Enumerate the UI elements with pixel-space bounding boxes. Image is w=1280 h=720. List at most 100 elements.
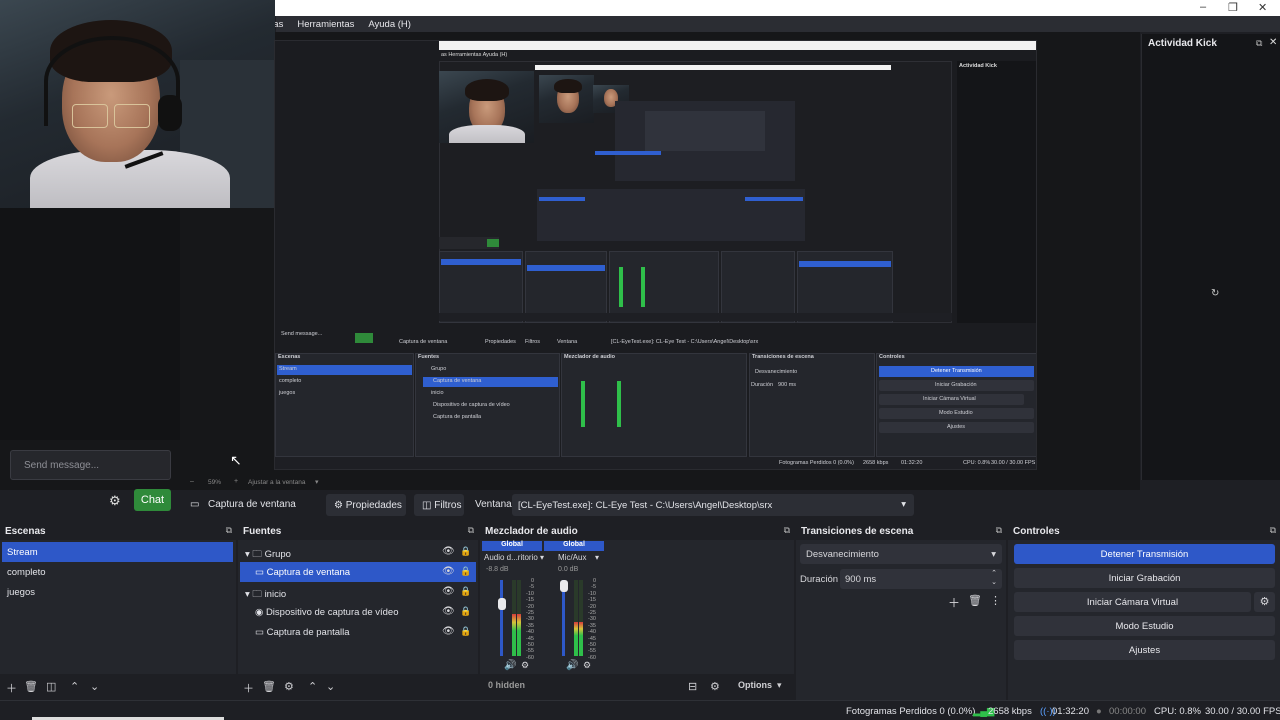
more-options-icon[interactable]: ⋮ — [990, 594, 1001, 607]
move-down-icon[interactable]: ⌄ — [90, 680, 99, 693]
channel-1-fader[interactable] — [500, 580, 503, 656]
meter-fill — [517, 614, 521, 656]
visibility-eye-icon[interactable]: 👁 — [442, 566, 455, 577]
trash-icon[interactable]: 🗑 — [24, 680, 38, 693]
source-label: Dispositivo de captura de vídeo — [265, 607, 399, 618]
visibility-eye-icon[interactable]: 👁 — [442, 626, 455, 637]
mixer-options-button[interactable]: Options — [738, 680, 772, 690]
properties-button[interactable]: ⚙ Propiedades — [326, 494, 406, 516]
studio-mode-button[interactable]: Modo Estudio — [1014, 616, 1275, 636]
chevron-down-icon: ▾ — [991, 549, 996, 560]
add-icon[interactable]: ＋ — [6, 680, 17, 696]
cpu-usage: CPU: 0.8% — [1154, 706, 1201, 717]
transition-select[interactable]: Desvanecimiento ▾ — [800, 544, 1002, 564]
audio-properties-icon[interactable]: ⚙ — [583, 660, 591, 671]
source-label: Grupo — [264, 549, 291, 560]
scene-item-completo[interactable]: completo — [2, 562, 233, 582]
db-scale: 0 -5 -10 -15 -20 -25 -30 -35 -40 -45 -50 -55 -60 — [522, 578, 534, 661]
source-item-captura-ventana[interactable]: ▭ Captura de ventana — [240, 562, 476, 582]
advanced-audio-icon[interactable]: ⚙ — [710, 680, 720, 693]
visibility-eye-icon[interactable]: 👁 — [442, 586, 455, 597]
bitrate: 2658 kbps — [988, 706, 1032, 717]
lock-icon[interactable]: 🔒 — [460, 626, 471, 637]
visibility-eye-icon[interactable]: 👁 — [442, 606, 455, 617]
loading-spinner-icon: ↻ — [1211, 288, 1220, 299]
dock-float-icon[interactable]: ⧉ — [226, 525, 232, 536]
lock-icon[interactable]: 🔒 — [460, 586, 471, 597]
window-select-value: [CL-EyeTest.exe]: CL-Eye Test - C:\Users… — [518, 500, 773, 511]
start-recording-button[interactable]: Iniciar Grabación — [1014, 568, 1275, 588]
lock-icon[interactable]: 🔒 — [460, 566, 471, 577]
window-capture-icon: ▭ — [190, 499, 200, 510]
meter-fill — [579, 621, 583, 656]
menu-item-herramientas[interactable]: Herramientas — [297, 19, 354, 30]
gear-icon: ⚙ — [334, 500, 346, 511]
dropdown-icon[interactable]: ▾ — [540, 553, 544, 562]
channel-2-fader-knob[interactable] — [560, 580, 568, 592]
zoom-in-icon[interactable]: + — [234, 478, 238, 485]
folder-icon: 🗀 — [252, 549, 265, 560]
dock-float-icon[interactable]: ⧉ — [996, 525, 1002, 536]
close-panel-icon[interactable]: ✕ — [1269, 37, 1277, 48]
dock-float-icon[interactable]: ⧉ — [468, 525, 474, 536]
menu-item-ayuda[interactable]: Ayuda (H) — [368, 19, 411, 30]
move-down-icon[interactable]: ⌄ — [326, 680, 335, 693]
scene-item-juegos[interactable]: juegos — [2, 582, 233, 602]
mixer-layout-icon[interactable]: ⊟ — [688, 680, 697, 693]
chat-panel — [0, 208, 180, 440]
add-transition-icon[interactable]: ＋ — [948, 594, 960, 611]
mute-speaker-icon[interactable]: 🔊 — [566, 660, 578, 671]
spin-down-icon[interactable]: ⌄ — [991, 578, 997, 586]
window-select[interactable]: [CL-EyeTest.exe]: CL-Eye Test - C:\Users… — [512, 494, 914, 516]
settings-button[interactable]: Ajustes — [1014, 640, 1275, 660]
sources-footer: ＋ 🗑 ⚙ ⌃ ⌄ — [238, 674, 478, 700]
dropdown-icon[interactable]: ▾ — [595, 553, 599, 562]
chat-message-input[interactable]: Send message... — [10, 450, 171, 480]
visibility-eye-icon[interactable]: 👁 — [442, 546, 455, 557]
add-icon[interactable]: ＋ — [243, 680, 254, 696]
lock-icon[interactable]: 🔒 — [460, 546, 471, 557]
move-up-icon[interactable]: ⌃ — [70, 680, 79, 693]
sources-title: Fuentes — [238, 522, 478, 540]
zoom-level: 59% — [208, 479, 222, 486]
chat-send-button[interactable]: Chat — [134, 489, 171, 511]
trash-icon[interactable]: 🗑 — [968, 594, 982, 607]
mute-speaker-icon[interactable]: 🔊 — [504, 660, 516, 671]
kick-activity-panel: Actividad Kick ⧉ ✕ ↻ — [1141, 34, 1280, 480]
zoom-out-icon[interactable]: – — [190, 478, 194, 485]
meter-fill — [512, 614, 516, 656]
source-item-pantalla[interactable]: ▭ Captura de pantalla — [240, 622, 476, 642]
lock-icon[interactable]: 🔒 — [460, 606, 471, 617]
source-item-inicio[interactable]: ▾ 🗀 inicio — [240, 582, 476, 602]
start-virtual-camera-button[interactable]: Iniciar Cámara Virtual — [1014, 592, 1251, 612]
channel-1-fader-knob[interactable] — [498, 598, 506, 610]
gear-icon[interactable]: ⚙ — [284, 680, 294, 693]
channel-2-meter-right — [579, 580, 583, 656]
minimize-icon[interactable]: – — [1200, 1, 1206, 13]
stop-stream-button[interactable]: Detener Transmisión — [1014, 544, 1275, 564]
filters-button[interactable]: ◫ Filtros — [414, 494, 464, 516]
source-item-grupo[interactable]: ▾ 🗀 Grupo — [240, 542, 476, 562]
scene-item-stream[interactable]: Stream — [2, 542, 233, 562]
source-item-dispositivo[interactable]: ◉ Dispositivo de captura de vídeo — [240, 602, 476, 622]
virtual-camera-settings-icon[interactable]: ⚙ — [1254, 592, 1275, 612]
dock-float-icon[interactable]: ⧉ — [1270, 525, 1276, 536]
fit-window-dropdown[interactable]: Ajustar a la ventana — [248, 479, 305, 486]
source-label: Captura de pantalla — [266, 627, 350, 638]
menu-bar: nas Herramientas Ayuda (H) — [268, 16, 1280, 32]
filter-icon[interactable]: ◫ — [46, 680, 56, 693]
channel-2-db: 0.0 dB — [558, 566, 579, 573]
duration-input[interactable]: 900 ms ⌃ ⌄ — [840, 569, 1002, 589]
float-icon[interactable]: ⧉ — [1256, 38, 1262, 49]
spin-up-icon[interactable]: ⌃ — [991, 569, 997, 577]
trash-icon[interactable]: 🗑 — [262, 680, 276, 693]
move-up-icon[interactable]: ⌃ — [308, 680, 317, 693]
channel-1-header: Global — [482, 541, 542, 551]
dock-float-icon[interactable]: ⧉ — [784, 525, 790, 536]
chevron-down-icon: ▾ — [901, 499, 906, 510]
audio-properties-icon[interactable]: ⚙ — [521, 660, 529, 671]
channel-1-meter-left — [512, 580, 516, 656]
maximize-icon[interactable]: ❐ — [1228, 1, 1238, 14]
close-icon[interactable]: ✕ — [1258, 1, 1267, 14]
chat-settings-icon[interactable]: ⚙ — [109, 493, 121, 509]
